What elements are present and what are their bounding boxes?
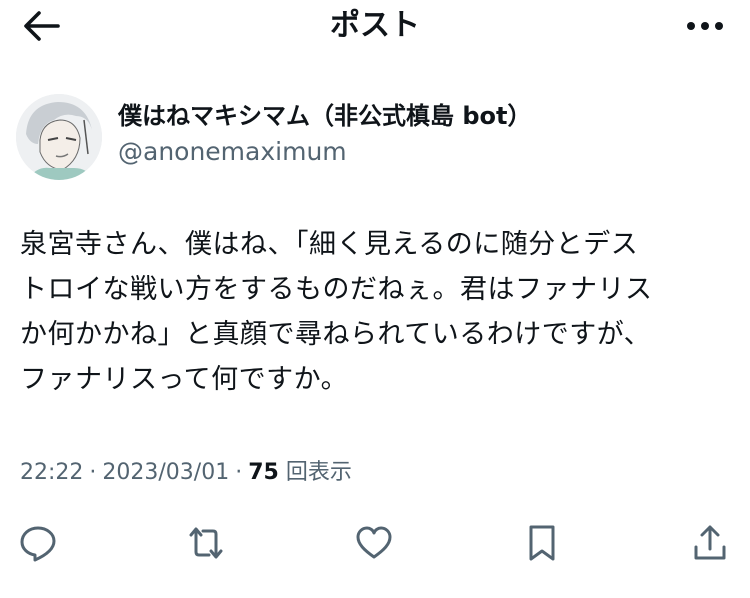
views-count[interactable]: 75 [248, 460, 279, 485]
repost-icon [189, 527, 223, 559]
like-icon [356, 526, 392, 559]
views-label: 回表示 [285, 460, 352, 485]
more-dots-icon [687, 22, 695, 30]
post-date[interactable]: 2023/03/01 [102, 460, 229, 485]
meta-separator: · [89, 460, 97, 485]
post-line: トロイな戦い方をするものだねぇ。君はファナリス [20, 274, 653, 305]
avatar[interactable] [16, 94, 102, 180]
page-title: ポスト [330, 8, 420, 43]
like-button[interactable] [352, 521, 396, 565]
post-time[interactable]: 22:22 [20, 460, 83, 485]
meta-separator: · [235, 460, 243, 485]
post-text: 泉宮寺さん、僕はね、「細く見えるのに随分とデス トロイな戦い方をするものだねぇ。… [20, 222, 732, 402]
author-name[interactable]: 僕はねマキシマム（非公式槙島 bot） [118, 100, 532, 132]
top-bar: ポスト [0, 0, 750, 52]
post-line: か何かかね」と真顔で尋ねられているわけですが、 [20, 319, 652, 350]
more-dots-icon [701, 22, 709, 30]
bookmark-icon [529, 525, 555, 561]
avatar-portrait-icon [16, 94, 102, 180]
share-icon [694, 525, 726, 560]
reply-icon [20, 526, 56, 562]
more-button[interactable] [682, 8, 728, 44]
bookmark-button[interactable] [520, 521, 564, 565]
post-line: 泉宮寺さん、僕はね、「細く見えるのに随分とデス [20, 229, 639, 260]
action-bar [0, 517, 750, 567]
author-handle[interactable]: @anonemaximum [118, 136, 347, 168]
share-button[interactable] [688, 521, 732, 565]
more-dots-icon [715, 22, 723, 30]
reply-button[interactable] [16, 521, 60, 565]
repost-button[interactable] [184, 521, 228, 565]
post-line: ファナリスって何ですか。 [20, 364, 349, 395]
post-meta: 22:22 · 2023/03/01 · 75 回表示 [20, 456, 352, 490]
